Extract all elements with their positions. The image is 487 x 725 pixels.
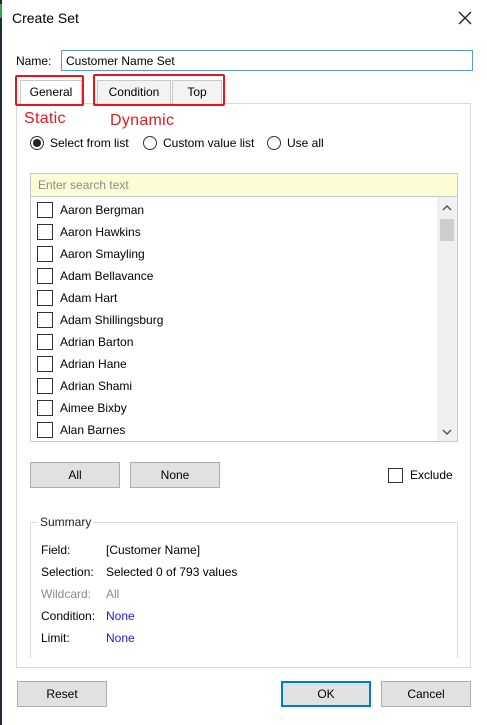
list-item-label: Adam Bellavance [60,269,154,283]
summary-value: All [106,587,120,601]
tab-condition[interactable]: Condition [97,80,171,104]
summary-label: Wildcard: [41,587,92,601]
list-item-checkbox[interactable] [37,290,53,306]
list-item-label: Adrian Barton [60,335,134,349]
static-annotation-label: Static [24,110,66,127]
list-item-checkbox[interactable] [37,246,53,262]
list-item[interactable]: Adrian Shami [37,375,132,397]
select-none-button[interactable]: None [130,462,220,488]
tab-top[interactable]: Top [172,80,222,104]
radio-label: Custom value list [163,136,255,150]
chevron-up-icon [442,204,452,211]
summary-label: Field: [41,543,71,557]
summary-value: None [106,631,135,645]
select-all-button[interactable]: All [30,462,120,488]
background-window-edge [0,0,2,725]
summary-label: Limit: [41,631,70,645]
list-item-checkbox[interactable] [37,224,53,240]
scroll-thumb[interactable] [440,219,454,241]
list-item[interactable]: Aimee Bixby [37,397,127,419]
radio-indicator [143,136,157,150]
exclude-checkbox[interactable]: Exclude [388,466,453,484]
list-item-label: Adrian Hane [60,357,127,371]
list-item-label: Aaron Smayling [60,247,145,261]
dialog-title: Create Set [12,10,79,26]
list-item[interactable]: Alan Barnes [37,419,125,441]
value-list-items: Aaron Bergman Aaron Hawkins Aaron Smayli… [31,197,436,441]
list-item-checkbox[interactable] [37,356,53,372]
list-item[interactable]: Adrian Barton [37,331,133,353]
list-item[interactable]: Aaron Bergman [37,199,144,221]
list-item-checkbox[interactable] [37,400,53,416]
tab-general[interactable]: General [20,80,82,104]
dynamic-annotation-label: Dynamic [110,112,175,129]
radio-select-from-list[interactable]: Select from list [30,133,129,153]
summary-label: Selection: [41,565,94,579]
radio-label: Select from list [50,136,129,150]
scroll-up-button[interactable] [437,199,457,216]
radio-indicator [30,136,44,150]
list-item-label: Aimee Bixby [60,401,127,415]
list-item-checkbox[interactable] [37,202,53,218]
list-item-label: Aaron Bergman [60,203,145,217]
list-item-checkbox[interactable] [37,378,53,394]
summary-value: Selected 0 of 793 values [106,565,238,579]
name-input[interactable] [61,50,473,71]
list-item[interactable]: Adam Bellavance [37,265,153,287]
scroll-down-button[interactable] [437,423,457,440]
list-item[interactable]: Aaron Smayling [37,243,145,265]
radio-indicator [267,136,281,150]
list-item[interactable]: Adam Hart [37,287,117,309]
list-item-checkbox[interactable] [37,334,53,350]
list-item-label: Aaron Hawkins [60,225,141,239]
ok-button[interactable]: OK [281,681,371,707]
list-item[interactable]: Adrian Hane [37,353,127,375]
list-item[interactable]: Aaron Hawkins [37,221,141,243]
title-bar: Create Set [2,0,487,36]
summary-value: None [106,609,135,623]
close-button[interactable] [451,4,479,32]
search-input[interactable] [30,173,458,197]
summary-value: [Customer Name] [106,543,201,557]
list-item-label: Alan Barnes [60,423,126,437]
exclude-checkbox-box[interactable] [388,467,403,483]
summary-title: Summary [38,515,94,529]
value-list: Aaron Bergman Aaron Hawkins Aaron Smayli… [30,197,458,442]
list-scrollbar[interactable] [437,197,457,441]
radio-label: Use all [287,136,324,150]
list-item-checkbox[interactable] [37,422,53,438]
close-icon [458,11,472,25]
list-item-checkbox[interactable] [37,312,53,328]
reset-button[interactable]: Reset [17,681,107,707]
list-item-label: Adrian Shami [60,379,133,393]
summary-label: Condition: [41,609,96,623]
name-row: Name: [16,50,476,72]
radio-use-all[interactable]: Use all [267,133,324,153]
exclude-label: Exclude [410,468,453,482]
summary-group [30,522,458,658]
list-item[interactable]: Adam Shillingsburg [37,309,163,331]
radio-custom-value-list[interactable]: Custom value list [143,133,254,153]
chevron-down-icon [442,428,452,435]
list-item-label: Adam Hart [60,291,118,305]
list-item-label: Adam Shillingsburg [60,313,164,327]
list-item-checkbox[interactable] [37,268,53,284]
name-label: Name: [16,54,52,68]
cancel-button[interactable]: Cancel [381,681,471,707]
